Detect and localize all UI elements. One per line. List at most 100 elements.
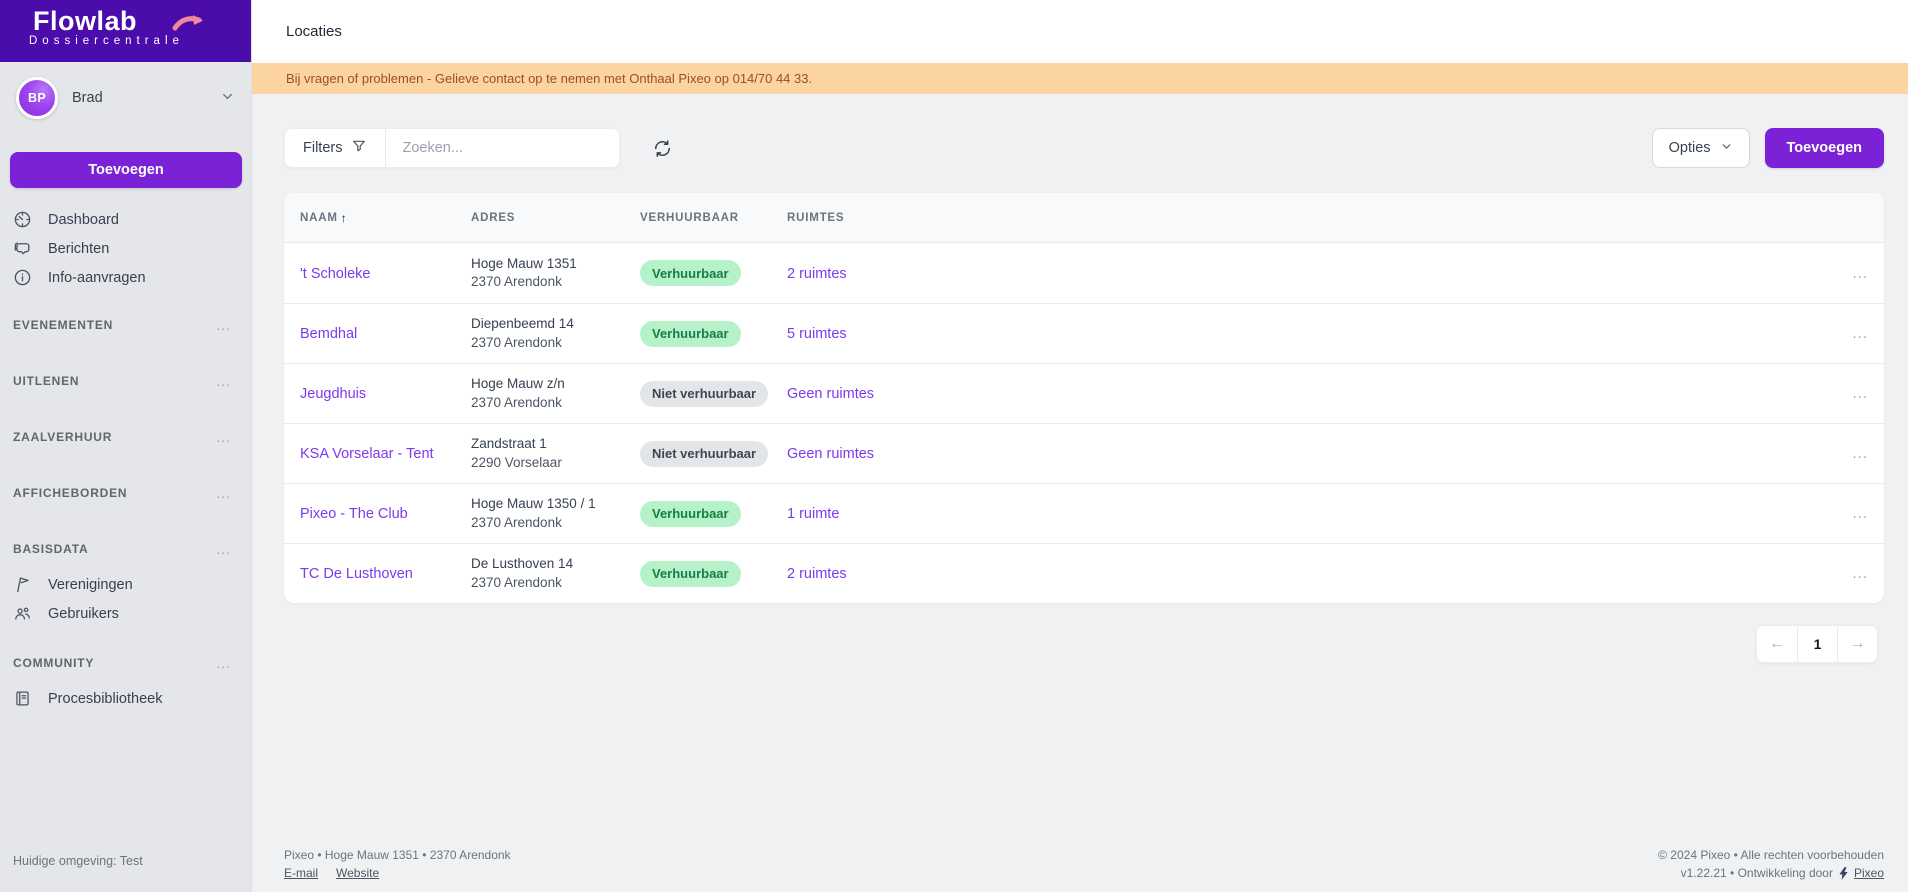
topbar: Locaties: [252, 0, 1908, 63]
location-address: Hoge Mauw 1351 2370 Arendonk: [471, 255, 640, 291]
options-button[interactable]: Opties: [1651, 128, 1750, 168]
email-link[interactable]: E-mail: [284, 864, 318, 882]
address-line2: 2370 Arendonk: [471, 274, 562, 289]
sidebar-nav: Dashboard Berichten Info-aanvragen: [0, 205, 251, 292]
rooms-link[interactable]: 1 ruimte: [787, 506, 839, 522]
section-more-icon[interactable]: ...: [216, 486, 231, 500]
sidebar-section-basisdata[interactable]: BASISDATA ...: [0, 541, 251, 557]
table-row: TC De Lusthoven De Lusthoven 14 2370 Are…: [284, 543, 1884, 603]
sidebar-item-procesbibliotheek[interactable]: Procesbibliotheek: [0, 684, 251, 713]
prev-page-button[interactable]: ←: [1757, 626, 1797, 662]
sidebar-item-label: Info-aanvragen: [48, 269, 146, 286]
page-title: Locaties: [286, 23, 342, 40]
location-name-link[interactable]: Jeugdhuis: [300, 386, 366, 402]
sidebar-item-label: Procesbibliotheek: [48, 690, 163, 707]
rooms-link[interactable]: 2 ruimtes: [787, 566, 847, 582]
sort-ascending-icon: ↑: [340, 210, 348, 225]
main-area: Locaties Bij vragen of problemen - Gelie…: [252, 0, 1908, 892]
row-actions-icon[interactable]: ...: [1824, 385, 1884, 402]
rooms-link[interactable]: Geen ruimtes: [787, 386, 874, 402]
row-actions-icon[interactable]: ...: [1824, 445, 1884, 462]
sidebar-item-berichten[interactable]: Berichten: [0, 234, 251, 263]
address-line2: 2370 Arendonk: [471, 394, 562, 410]
status-badge: Niet verhuurbaar: [640, 440, 769, 467]
section-title: UITLENEN: [13, 374, 80, 388]
locations-table: Naam ↑ Adres Verhuurbaar Ruimtes 't Scho…: [284, 193, 1884, 603]
app: Flowlab Dossiercentrale BP Brad Toevoege…: [0, 0, 1908, 892]
pagination: ← 1 →: [1756, 625, 1878, 663]
section-title: COMMUNITY: [13, 656, 95, 670]
dashboard-icon: [13, 210, 32, 229]
location-name-link[interactable]: KSA Vorselaar - Tent: [300, 446, 434, 462]
location-name-link[interactable]: 't Scholeke: [300, 266, 370, 282]
row-actions-icon[interactable]: ...: [1824, 565, 1884, 582]
current-page-number: 1: [1813, 636, 1822, 652]
location-name-link[interactable]: Bemdhal: [300, 326, 357, 342]
table-header: Naam ↑ Adres Verhuurbaar Ruimtes: [284, 193, 1884, 243]
messages-icon: [13, 239, 32, 258]
rooms-link[interactable]: Geen ruimtes: [787, 446, 874, 462]
status-badge: Verhuurbaar: [640, 260, 741, 286]
section-title: BASISDATA: [13, 542, 89, 556]
flag-icon: [13, 575, 32, 594]
sidebar-item-info-aanvragen[interactable]: Info-aanvragen: [0, 263, 251, 292]
sidebar-section-evenementen[interactable]: EVENEMENTEN ...: [0, 317, 251, 333]
section-title: ZAALVERHUUR: [13, 430, 113, 444]
sidebar-add-button[interactable]: Toevoegen: [10, 152, 242, 188]
section-more-icon[interactable]: ...: [216, 374, 231, 388]
row-actions-icon[interactable]: ...: [1824, 265, 1884, 282]
column-header-ruimtes[interactable]: Ruimtes: [787, 212, 1824, 224]
sidebar-section-zaalverhuur[interactable]: ZAALVERHUUR ...: [0, 429, 251, 445]
sidebar-item-dashboard[interactable]: Dashboard: [0, 205, 251, 234]
refresh-button[interactable]: [650, 136, 674, 160]
section-more-icon[interactable]: ...: [216, 430, 231, 444]
column-header-naam[interactable]: Naam ↑: [300, 211, 471, 225]
website-link[interactable]: Website: [336, 864, 379, 882]
add-location-button[interactable]: Toevoegen: [1764, 128, 1884, 168]
column-header-verhuurbaar[interactable]: Verhuurbaar: [640, 212, 787, 224]
location-name-link[interactable]: Pixeo - The Club: [300, 506, 408, 522]
sidebar-item-verenigingen[interactable]: Verenigingen: [0, 570, 251, 599]
search-input[interactable]: [386, 129, 620, 167]
basisdata-items: Verenigingen Gebruikers: [0, 570, 251, 628]
rooms-link[interactable]: 2 ruimtes: [787, 266, 847, 282]
filters-label: Filters: [303, 140, 343, 156]
current-page-button[interactable]: 1: [1797, 626, 1837, 662]
filters-button[interactable]: Filters: [285, 129, 387, 167]
avatar: BP: [16, 77, 58, 119]
sidebar-item-label: Berichten: [48, 240, 110, 257]
section-more-icon[interactable]: ...: [216, 656, 231, 670]
row-actions-icon[interactable]: ...: [1824, 325, 1884, 342]
banner-text: Bij vragen of problemen - Gelieve contac…: [286, 71, 813, 86]
footer-address: Pixeo • Hoge Mauw 1351 • 2370 Arendonk: [284, 848, 511, 862]
table-row: KSA Vorselaar - Tent Zandstraat 1 2290 V…: [284, 423, 1884, 483]
next-page-button[interactable]: →: [1837, 626, 1877, 662]
next-page-icon: →: [1849, 635, 1866, 652]
column-header-adres[interactable]: Adres: [471, 212, 640, 224]
rooms-link[interactable]: 5 ruimtes: [787, 326, 847, 342]
address-line2: 2370 Arendonk: [471, 514, 562, 530]
sidebar: Flowlab Dossiercentrale BP Brad Toevoege…: [0, 0, 252, 892]
status-badge: Niet verhuurbaar: [640, 380, 769, 407]
vendor-link[interactable]: Pixeo: [1854, 864, 1884, 882]
section-more-icon[interactable]: ...: [216, 318, 231, 332]
community-items: Procesbibliotheek: [0, 684, 251, 713]
logo-title: Flowlab: [33, 6, 137, 36]
section-more-icon[interactable]: ...: [216, 542, 231, 556]
users-icon: [13, 604, 32, 623]
location-address: Hoge Mauw z/n 2370 Arendonk: [471, 375, 640, 411]
sidebar-section-uitlenen[interactable]: UITLENEN ...: [0, 373, 251, 389]
address-line1: Hoge Mauw z/n: [471, 376, 565, 392]
pagination-row: ← 1 →: [284, 625, 1884, 663]
row-actions-icon[interactable]: ...: [1824, 505, 1884, 522]
sidebar-section-afficheborden[interactable]: AFFICHEBORDEN ...: [0, 485, 251, 501]
user-menu[interactable]: BP Brad: [0, 76, 251, 120]
location-address: De Lusthoven 14 2370 Arendonk: [471, 555, 640, 591]
address-line2: 2290 Vorselaar: [471, 454, 562, 470]
sidebar-section-community[interactable]: COMMUNITY ...: [0, 655, 251, 671]
address-line1: Zandstraat 1: [471, 436, 547, 452]
location-address: Hoge Mauw 1350 / 1 2370 Arendonk: [471, 495, 640, 531]
sidebar-item-gebruikers[interactable]: Gebruikers: [0, 599, 251, 628]
vendor-bolt-icon: [1838, 866, 1849, 880]
location-name-link[interactable]: TC De Lusthoven: [300, 566, 413, 582]
